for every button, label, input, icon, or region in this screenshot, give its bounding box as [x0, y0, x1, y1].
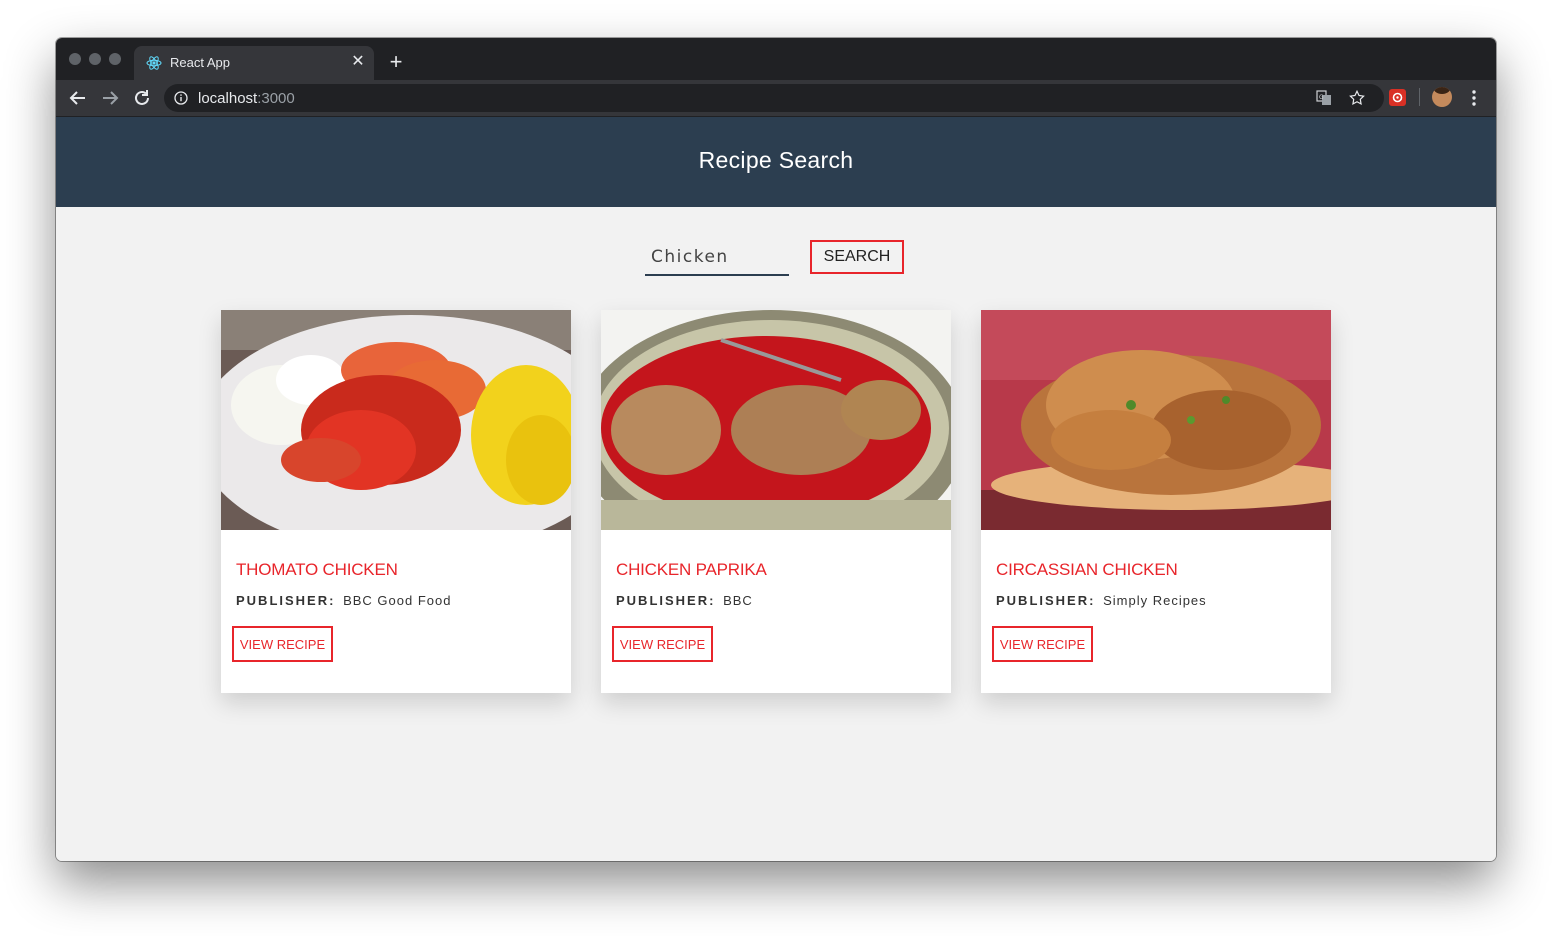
- url-host: localhost: [198, 90, 258, 107]
- view-recipe-button[interactable]: VIEW RECIPE: [232, 626, 333, 662]
- translate-icon[interactable]: G: [1316, 90, 1332, 106]
- recipe-image-tomato-chicken[interactable]: [221, 310, 571, 530]
- publisher-name: BBC: [723, 593, 753, 608]
- profile-avatar[interactable]: [1432, 87, 1452, 107]
- avatar-hair: [1434, 87, 1450, 94]
- navbar: Recipe Search: [56, 117, 1496, 207]
- close-icon[interactable]: ✕: [348, 52, 368, 72]
- recipe-card: CIRCASSIAN CHICKEN PUBLISHER: Simply Rec…: [981, 310, 1331, 693]
- view-recipe-button[interactable]: VIEW RECIPE: [992, 626, 1093, 662]
- publisher-label: PUBLISHER:: [236, 593, 336, 608]
- publisher-name: Simply Recipes: [1103, 593, 1207, 608]
- back-icon[interactable]: [66, 86, 90, 110]
- url-text: localhost:3000: [198, 90, 295, 107]
- star-icon[interactable]: [1348, 89, 1366, 107]
- browser-toolbar: localhost:3000 G: [56, 80, 1496, 117]
- tab-strip: React App ✕ +: [56, 38, 1496, 80]
- recipe-image-chicken-paprika[interactable]: [601, 310, 951, 530]
- publisher-label: PUBLISHER:: [616, 593, 716, 608]
- url-port: :3000: [257, 90, 295, 107]
- toolbar-divider: [1419, 88, 1420, 106]
- browser-window: React App ✕ + localhost:3000 G Recipe Se…: [56, 38, 1496, 861]
- reload-icon[interactable]: [130, 86, 154, 110]
- search-button[interactable]: SEARCH: [810, 240, 904, 274]
- menu-kebab-icon[interactable]: [1462, 86, 1486, 110]
- minimize-window-button[interactable]: [89, 53, 101, 65]
- tab-title: React App: [170, 55, 230, 70]
- address-bar[interactable]: localhost:3000 G: [164, 84, 1384, 112]
- forward-icon[interactable]: [98, 86, 122, 110]
- svg-text:G: G: [1319, 94, 1324, 101]
- info-icon[interactable]: [174, 91, 188, 105]
- plus-icon[interactable]: +: [384, 50, 408, 74]
- maximize-window-button[interactable]: [109, 53, 121, 65]
- recipe-publisher: PUBLISHER: BBC: [616, 593, 753, 608]
- page-content: Recipe Search SEARCH THOMATO CHI: [56, 117, 1496, 861]
- publisher-label: PUBLISHER:: [996, 593, 1096, 608]
- view-recipe-button[interactable]: VIEW RECIPE: [612, 626, 713, 662]
- publisher-name: BBC Good Food: [343, 593, 452, 608]
- recipe-card: CHICKEN PAPRIKA PUBLISHER: BBC VIEW RECI…: [601, 310, 951, 693]
- react-favicon-icon: [146, 56, 162, 70]
- recipe-title: CHICKEN PAPRIKA: [616, 560, 767, 579]
- extension-icon[interactable]: [1389, 89, 1406, 106]
- recipe-image-circassian-chicken[interactable]: [981, 310, 1331, 530]
- recipe-title: THOMATO CHICKEN: [236, 560, 398, 579]
- recipe-card: THOMATO CHICKEN PUBLISHER: BBC Good Food…: [221, 310, 571, 693]
- browser-tab[interactable]: React App ✕: [134, 46, 374, 80]
- recipe-title: CIRCASSIAN CHICKEN: [996, 560, 1178, 579]
- search-input[interactable]: [645, 240, 789, 276]
- recipe-publisher: PUBLISHER: Simply Recipes: [996, 593, 1207, 608]
- close-window-button[interactable]: [69, 53, 81, 65]
- recipe-publisher: PUBLISHER: BBC Good Food: [236, 593, 451, 608]
- search-form: SEARCH: [645, 240, 905, 278]
- page-title: Recipe Search: [698, 147, 854, 173]
